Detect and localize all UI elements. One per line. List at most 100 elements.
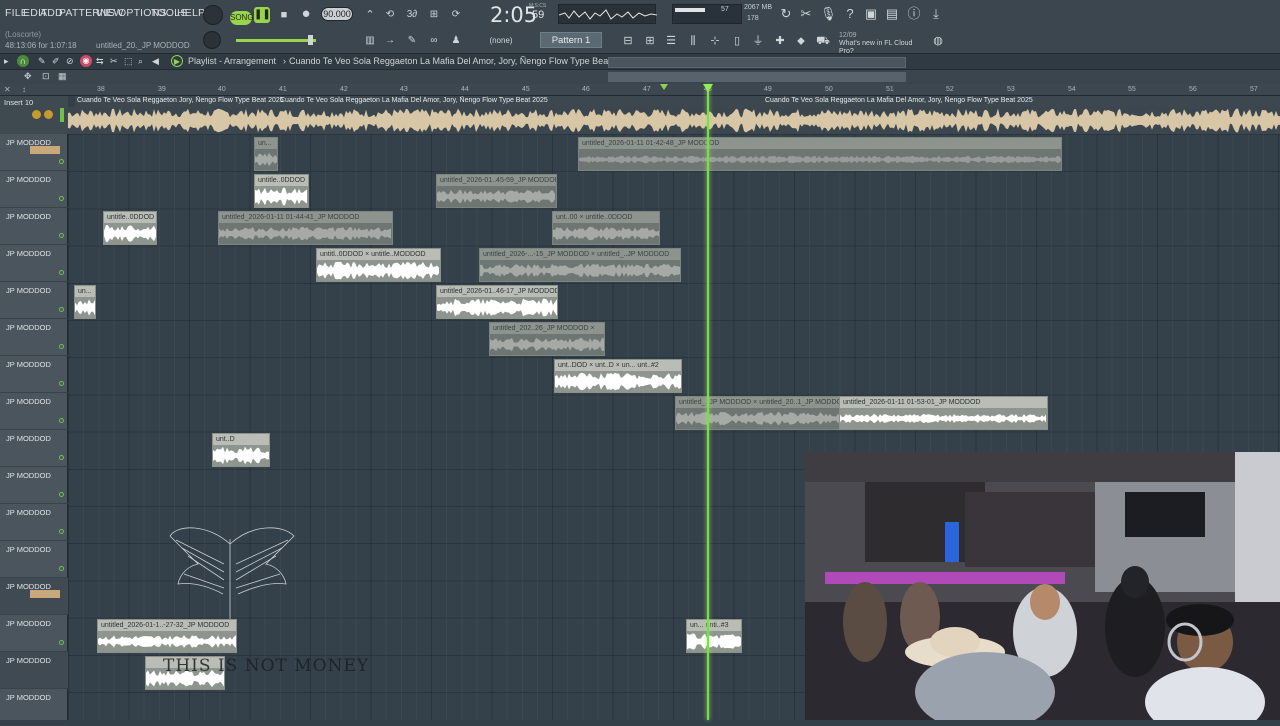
track-row[interactable]: JP MODDOD: [0, 208, 68, 245]
track-enable-led[interactable]: [59, 344, 64, 349]
track-enable-led[interactable]: [59, 529, 64, 534]
track-row[interactable]: JP MODDOD: [0, 356, 68, 393]
wrench-icon[interactable]: ✚: [772, 33, 788, 49]
track-enable-led[interactable]: [59, 566, 64, 571]
track-enable-led[interactable]: [59, 307, 64, 312]
crop-icon[interactable]: ⊡: [42, 71, 50, 82]
save-icon[interactable]: ▣: [863, 6, 879, 22]
playback-tool-icon[interactable]: ◀: [152, 56, 159, 67]
track-enable-led[interactable]: [59, 270, 64, 275]
reference-track[interactable]: [68, 107, 1280, 134]
step-edit-icon[interactable]: ⟳: [448, 7, 464, 23]
marker-label[interactable]: Cuando Te Veo Sola Reggaeton La Mafia De…: [280, 97, 548, 104]
playhead[interactable]: [707, 84, 709, 720]
audio-clip[interactable]: untitled_2026-01-11 01-44-41_JP MODDOD: [218, 211, 393, 245]
audio-clip[interactable]: untitled_2026-01-1..-27-32_JP MODDOD: [97, 619, 237, 653]
track-row[interactable]: JP MODDOD: [0, 319, 68, 356]
audio-clip[interactable]: untitle..0DDOD: [254, 174, 309, 208]
track-enable-led[interactable]: [59, 233, 64, 238]
audio-clip[interactable]: unt..00 × untitle..0DDOD: [552, 211, 660, 245]
track-row[interactable]: JP MODDOD: [0, 430, 68, 467]
track-enable-led[interactable]: [59, 640, 64, 645]
master-volume-knob[interactable]: [203, 31, 221, 49]
slice-tool-icon[interactable]: ✂: [110, 56, 118, 67]
track-row[interactable]: JP MODDOD: [0, 652, 68, 689]
tag-icon[interactable]: ⬥: [793, 33, 809, 49]
microphone-icon[interactable]: 🎙: [820, 6, 837, 22]
menu-help[interactable]: HELP: [177, 7, 205, 19]
audio-clip[interactable]: untitl..0DDOD × untitle..MODDOD: [316, 248, 441, 282]
help-icon[interactable]: ?: [842, 6, 858, 22]
undo-icon[interactable]: ↻: [778, 6, 794, 22]
audio-clip[interactable]: untitled_2026-01..45-59_JP MODDOD: [436, 174, 557, 208]
slider-handle[interactable]: [308, 35, 313, 45]
track-row[interactable]: JP MODDOD: [0, 615, 68, 652]
download-icon[interactable]: ⤓: [928, 6, 944, 22]
plugin-icon[interactable]: ▯: [729, 33, 745, 49]
audio-clip[interactable]: un...: [74, 285, 96, 319]
arrow-right-icon[interactable]: →: [382, 33, 398, 49]
close-icon[interactable]: ✕: [4, 85, 11, 94]
master-pitch-slider[interactable]: [236, 39, 316, 42]
slip-tool-icon[interactable]: ⇆: [96, 56, 104, 67]
track-row[interactable]: JP MODDOD: [0, 578, 68, 615]
channel-rack-icon[interactable]: ⊞: [642, 33, 658, 49]
audio-clip[interactable]: untitled_2026-01-11 01-53-01_JP MODDOD: [839, 396, 1048, 430]
grid-icon[interactable]: ▦: [58, 71, 67, 82]
audio-clip[interactable]: unt..D: [212, 433, 270, 467]
info-icon[interactable]: ⓘ: [906, 6, 922, 22]
audio-clip[interactable]: untitled_..JP MODDOD × untitled_20..1_JP…: [675, 396, 841, 430]
playlist-icon[interactable]: ☰: [663, 33, 679, 49]
track-row[interactable]: JP MODDOD: [0, 689, 68, 726]
playlist-scrollbar[interactable]: [608, 57, 906, 68]
track-row[interactable]: JP MODDOD: [0, 467, 68, 504]
audio-clip[interactable]: un...: [254, 137, 278, 171]
countdown-icon[interactable]: 3∂: [404, 7, 420, 23]
track-row[interactable]: JP MODDOD: [0, 541, 68, 578]
monitor-icon[interactable]: [44, 110, 53, 119]
paint-tool-icon[interactable]: ✐: [52, 56, 60, 67]
playlist-menu-icon[interactable]: ▸: [4, 56, 9, 67]
marker-label[interactable]: Cuando Te Veo Sola Reggaeton Jory, Ñengo…: [77, 97, 284, 104]
audio-clip[interactable]: untitled_2026-...-15_JP MODDOD × untitle…: [479, 248, 681, 282]
audio-clip[interactable]: un... unti..#3: [686, 619, 742, 653]
record-button[interactable]: ●: [298, 6, 314, 22]
track-enable-led[interactable]: [59, 492, 64, 497]
overview-strip[interactable]: [608, 72, 906, 82]
record-arm-icon[interactable]: [32, 110, 41, 119]
mode-knob[interactable]: [203, 5, 223, 25]
track-enable-led[interactable]: [59, 418, 64, 423]
cut-icon[interactable]: ✂: [798, 6, 814, 22]
piano-roll-icon[interactable]: ⫼: [685, 33, 701, 49]
tempo-display[interactable]: 90.000: [321, 7, 353, 21]
mute-tool-icon[interactable]: ◉: [80, 55, 92, 67]
track-row[interactable]: JP MODDOD: [0, 504, 68, 541]
plug-icon[interactable]: ⏚: [750, 33, 766, 49]
browser-icon[interactable]: ⊹: [707, 33, 723, 49]
timeline-ruler[interactable]: ✕ ↕ 38 39 40 41 42 43 44 45 46 47 48 49 …: [0, 84, 1280, 96]
link-icon[interactable]: ∞: [426, 33, 442, 49]
snap-magnet-icon[interactable]: ∩: [17, 55, 29, 67]
zoom-tool-icon[interactable]: ⌕: [138, 56, 143, 67]
audio-clip[interactable]: untitled_202..26_JP MODDOD ×: [489, 322, 605, 356]
mixer-icon[interactable]: ⊟: [620, 33, 636, 49]
track-row[interactable]: JP MODDOD: [0, 393, 68, 430]
track-row[interactable]: JP MODDOD: [0, 171, 68, 208]
snap-select[interactable]: (none): [478, 34, 524, 47]
track-enable-led[interactable]: [59, 159, 64, 164]
loop-record-icon[interactable]: ⟲: [382, 7, 398, 23]
cart-icon[interactable]: ⛟: [815, 33, 831, 49]
play-pattern-icon[interactable]: ▶: [171, 55, 183, 67]
delete-tool-icon[interactable]: ⊘: [66, 56, 74, 67]
move-icon[interactable]: ✥: [24, 71, 32, 82]
scroll-arrow-icon[interactable]: ↕: [22, 85, 26, 94]
stamp-icon[interactable]: ♟: [448, 33, 464, 49]
draw-tool-icon[interactable]: ✎: [38, 56, 46, 67]
track-enable-led[interactable]: [59, 196, 64, 201]
playhead-marker[interactable]: [703, 84, 713, 92]
pause-button[interactable]: ❚❚: [254, 7, 271, 23]
export-icon[interactable]: ▤: [884, 6, 900, 22]
globe-icon[interactable]: ◍: [930, 33, 946, 49]
audio-clip[interactable]: untitle..0DDOD: [103, 211, 157, 245]
select-tool-icon[interactable]: ⬚: [124, 56, 133, 67]
